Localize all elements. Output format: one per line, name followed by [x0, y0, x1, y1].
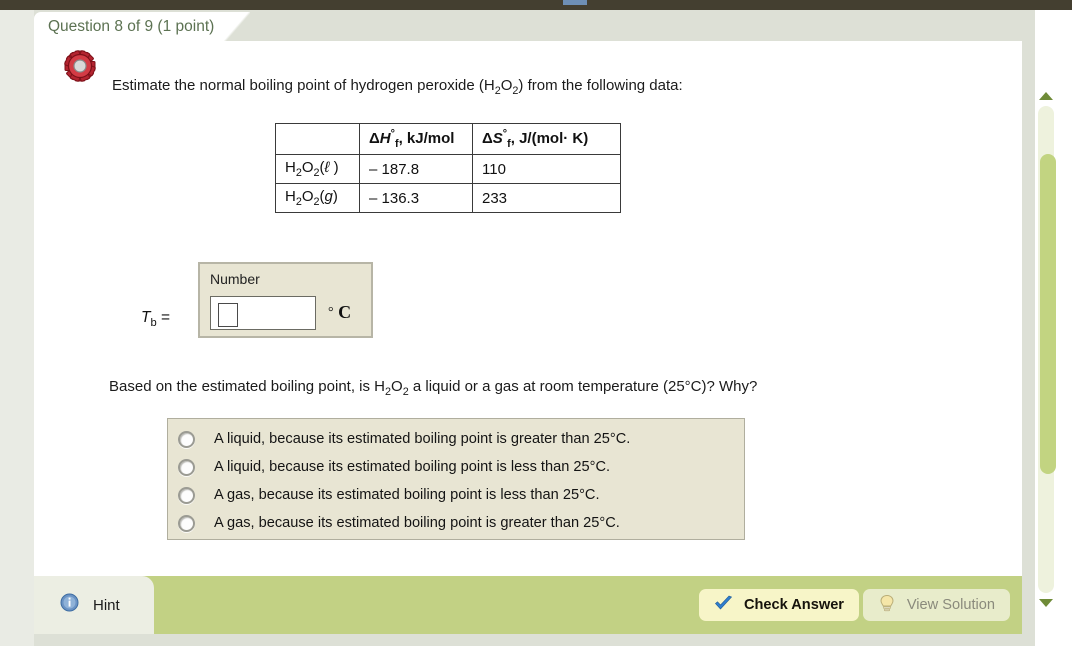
- multiple-choice-options: A liquid, because its estimated boiling …: [167, 418, 745, 540]
- radio-button-2[interactable]: [178, 458, 195, 476]
- triangle-down-icon[interactable]: [1039, 599, 1053, 607]
- table-cell-ds-liquid: 110: [472, 154, 621, 184]
- scrollbar-track[interactable]: [1038, 106, 1056, 593]
- option-row-1[interactable]: A liquid, because its estimated boiling …: [168, 425, 744, 453]
- option-row-2[interactable]: A liquid, because its estimated boiling …: [168, 453, 744, 481]
- boiling-point-input[interactable]: [210, 296, 316, 330]
- gear-icon: [58, 49, 102, 83]
- table-row: H2O2(ℓ ) – 187.8 110: [275, 154, 621, 184]
- radio-button-3[interactable]: [178, 486, 195, 504]
- table-cell-species-liquid: H2O2(ℓ ): [275, 154, 360, 184]
- footer-toolbar: Hint Check Answer View Solution: [34, 576, 1022, 634]
- top-bar-blue-indicator: [563, 0, 587, 5]
- prompt-2-mid: O: [391, 378, 403, 395]
- checkmark-icon: [714, 595, 733, 616]
- table-header-row: ΔH°f, kJ/mol ΔS°f, J/(mol· K): [275, 123, 621, 155]
- input-caret-placeholder: [218, 303, 238, 327]
- thermodynamic-data-table: ΔH°f, kJ/mol ΔS°f, J/(mol· K) H2O2(ℓ ) –…: [275, 123, 621, 213]
- vertical-scrollbar[interactable]: [1036, 89, 1056, 610]
- view-solution-button[interactable]: View Solution: [862, 589, 1010, 621]
- scrollbar-thumb[interactable]: [1040, 154, 1056, 474]
- question-prompt-secondary: Based on the estimated boiling point, is…: [109, 378, 757, 398]
- table-cell-dh-liquid: – 187.8: [359, 154, 473, 184]
- option-label-2: A liquid, because its estimated boiling …: [214, 459, 611, 475]
- question-prompt-primary: Estimate the normal boiling point of hyd…: [112, 77, 683, 97]
- page-left-strip: [0, 10, 34, 646]
- answer-entry-panel: Number ° C: [198, 262, 373, 338]
- info-icon: [60, 593, 79, 617]
- radio-button-1[interactable]: [178, 430, 195, 448]
- table-row: H2O2(g) – 136.3 233: [275, 183, 621, 213]
- number-field-label: Number: [210, 271, 260, 287]
- celsius-letter: C: [338, 302, 352, 322]
- triangle-up-icon[interactable]: [1039, 92, 1053, 100]
- tb-equals: =: [156, 309, 171, 326]
- hint-label: Hint: [93, 596, 120, 614]
- prompt-2-prefix: Based on the estimated boiling point, is…: [109, 378, 385, 395]
- degree-symbol: °: [328, 305, 334, 320]
- prompt-1-mid: O: [500, 77, 513, 94]
- table-header-blank: [275, 123, 360, 155]
- prompt-2-suffix: a liquid or a gas at room temperature (2…: [408, 378, 758, 395]
- option-label-4: A gas, because its estimated boiling poi…: [214, 515, 620, 531]
- prompt-1-prefix: Estimate the normal boiling point of hyd…: [112, 77, 495, 94]
- table-header-delta-s: ΔS°f, J/(mol· K): [472, 123, 621, 155]
- question-tab-slant: [224, 12, 250, 42]
- table-cell-ds-gas: 233: [472, 183, 621, 213]
- tb-label: Tb =: [141, 309, 170, 329]
- option-row-3[interactable]: A gas, because its estimated boiling poi…: [168, 481, 744, 509]
- table-cell-species-gas: H2O2(g): [275, 183, 360, 213]
- option-row-4[interactable]: A gas, because its estimated boiling poi…: [168, 509, 744, 537]
- option-label-1: A liquid, because its estimated boiling …: [214, 431, 631, 447]
- hint-button[interactable]: Hint: [34, 576, 154, 634]
- question-content-panel: Estimate the normal boiling point of hyd…: [34, 41, 1056, 607]
- view-solution-label: View Solution: [906, 597, 995, 613]
- option-label-3: A gas, because its estimated boiling poi…: [214, 487, 600, 503]
- table-cell-dh-gas: – 136.3: [359, 183, 473, 213]
- radio-button-4[interactable]: [178, 514, 195, 532]
- question-tab-label: Question 8 of 9 (1 point): [48, 18, 215, 35]
- table-header-delta-h: ΔH°f, kJ/mol: [359, 123, 473, 155]
- check-answer-button[interactable]: Check Answer: [698, 589, 859, 621]
- check-answer-label: Check Answer: [743, 597, 844, 613]
- lightbulb-icon: [878, 594, 896, 617]
- prompt-1-suffix: ) from the following data:: [518, 77, 683, 94]
- top-chrome-bar: [0, 0, 1072, 10]
- unit-celsius: ° C: [328, 302, 351, 323]
- question-tab[interactable]: Question 8 of 9 (1 point): [34, 12, 249, 42]
